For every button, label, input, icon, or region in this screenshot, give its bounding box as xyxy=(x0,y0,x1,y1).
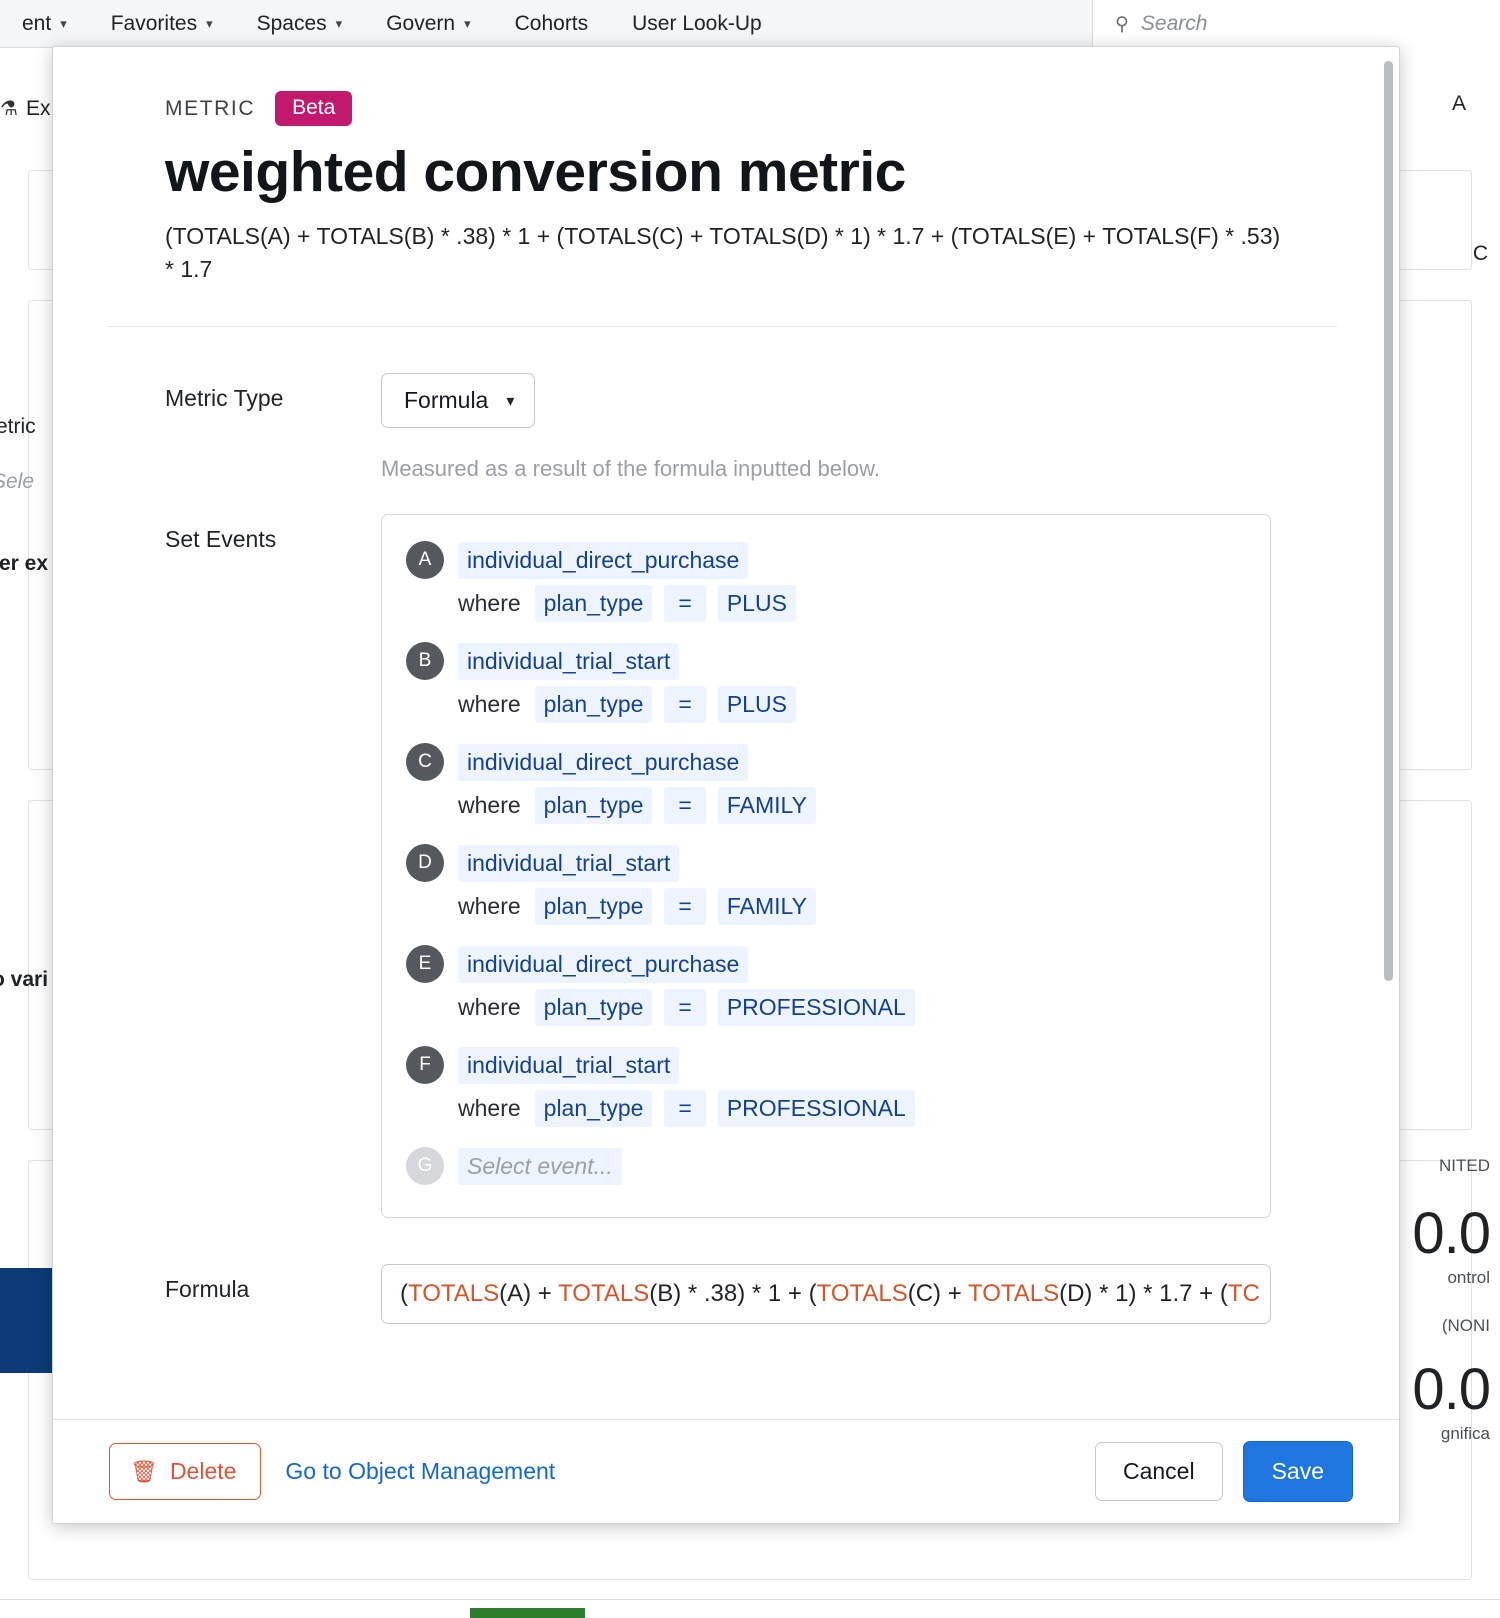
filter-value-chip[interactable]: PLUS xyxy=(717,686,796,724)
where-keyword: where xyxy=(458,893,521,920)
event-filter-row: where plan_type = FAMILY xyxy=(458,888,1246,926)
event-filter-row: where plan_type = PROFESSIONAL xyxy=(458,989,1246,1027)
event-letter-badge: C xyxy=(406,743,444,782)
event-name-chip[interactable]: individual_trial_start xyxy=(458,642,680,680)
filter-operator-chip[interactable]: = xyxy=(664,1090,706,1128)
metric-type-label: Metric Type xyxy=(165,385,284,412)
delete-button-label: Delete xyxy=(169,1458,237,1484)
modal-header: METRIC Beta xyxy=(165,91,1321,126)
metric-type-helper: Measured as a result of the formula inpu… xyxy=(381,456,880,482)
filter-property-chip[interactable]: plan_type xyxy=(534,888,653,926)
empty-event-row[interactable]: G Select event... xyxy=(406,1147,1246,1186)
filter-operator-chip[interactable]: = xyxy=(664,989,706,1027)
event-header: Dindividual_trial_start xyxy=(406,844,1246,883)
event-header: Eindividual_direct_purchase xyxy=(406,945,1246,984)
formula-text: (D) * 1) * 1.7 + ( xyxy=(1059,1280,1228,1308)
set-events-row: Set Events Aindividual_direct_purchasewh… xyxy=(165,514,1321,1219)
metric-type-value: Formula xyxy=(404,387,489,414)
event-header: Aindividual_direct_purchase xyxy=(406,541,1246,580)
select-event-input[interactable]: Select event... xyxy=(458,1147,622,1185)
beta-badge: Beta xyxy=(275,91,353,126)
where-keyword: where xyxy=(458,590,521,617)
where-keyword: where xyxy=(458,1095,521,1122)
trash-icon: 🗑 xyxy=(130,1458,158,1484)
event-filter-row: where plan_type = PROFESSIONAL xyxy=(458,1090,1246,1128)
event-item: Cindividual_direct_purchasewhere plan_typ… xyxy=(406,743,1246,825)
formula-summary-text: (TOTALS(A) + TOTALS(B) * .38) * 1 + (TOT… xyxy=(165,222,1281,282)
where-keyword: where xyxy=(458,994,521,1021)
chevron-down-icon: ▾ xyxy=(506,392,515,410)
filter-property-chip[interactable]: plan_type xyxy=(534,989,653,1027)
event-letter-badge: E xyxy=(406,945,444,984)
where-keyword: where xyxy=(458,691,521,718)
event-header: Findividual_trial_start xyxy=(406,1046,1246,1085)
page-title: weighted conversion metric xyxy=(165,140,906,204)
formula-text: (A) + xyxy=(499,1280,559,1308)
formula-keyword: TOTALS xyxy=(816,1280,908,1308)
metric-form: Metric Type Formula ▾ Measured as a resu… xyxy=(165,327,1321,1358)
filter-operator-chip[interactable]: = xyxy=(664,787,706,825)
go-to-object-management-link[interactable]: Go to Object Management xyxy=(285,1458,555,1485)
event-item: Bindividual_trial_startwhere plan_type = PL… xyxy=(406,642,1246,724)
event-name-chip[interactable]: individual_direct_purchase xyxy=(458,945,749,983)
formula-keyword: TOTALS xyxy=(967,1280,1060,1308)
where-keyword: where xyxy=(458,792,521,819)
event-letter-badge: F xyxy=(406,1046,444,1085)
filter-property-chip[interactable]: plan_type xyxy=(534,1090,653,1128)
formula-keyword: TC xyxy=(1227,1280,1260,1308)
filter-property-chip[interactable]: plan_type xyxy=(534,787,653,825)
formula-keyword: TOTALS xyxy=(558,1280,650,1308)
event-item: Findividual_trial_startwhere plan_type = PR… xyxy=(406,1046,1246,1128)
modal-scroll-area: METRIC Beta weighted conversion metric (… xyxy=(53,47,1399,1419)
event-item: Eindividual_direct_purchasewhere plan_typ… xyxy=(406,945,1246,1027)
formula-text: (C) + xyxy=(907,1280,968,1308)
metric-editor-modal: METRIC Beta weighted conversion metric (… xyxy=(52,46,1400,1524)
metric-type-row: Metric Type Formula ▾ Measured as a resu… xyxy=(165,373,1321,514)
cancel-button[interactable]: Cancel xyxy=(1094,1442,1223,1501)
filter-value-chip[interactable]: FAMILY xyxy=(717,888,816,926)
formula-label: Formula xyxy=(165,1276,250,1303)
event-header: Bindividual_trial_start xyxy=(406,642,1246,681)
delete-button[interactable]: 🗑 Delete xyxy=(109,1443,262,1500)
filter-value-chip[interactable]: PROFESSIONAL xyxy=(717,989,915,1027)
modal-footer: 🗑 Delete Go to Object Management Cancel … xyxy=(53,1419,1399,1523)
modal-scrollbar[interactable] xyxy=(1384,61,1393,1391)
event-letter-badge: A xyxy=(406,541,444,580)
filter-property-chip[interactable]: plan_type xyxy=(534,686,653,724)
event-header: Cindividual_direct_purchase xyxy=(406,743,1246,782)
event-name-chip[interactable]: individual_direct_purchase xyxy=(458,743,749,781)
formula-text: ( xyxy=(400,1280,408,1308)
event-name-chip[interactable]: individual_direct_purchase xyxy=(458,541,749,579)
event-letter-badge: B xyxy=(406,642,444,681)
event-name-chip[interactable]: individual_trial_start xyxy=(458,1046,680,1084)
metric-type-select[interactable]: Formula ▾ xyxy=(381,373,536,429)
event-filter-row: where plan_type = FAMILY xyxy=(458,787,1246,825)
formula-text: (B) * .38) * 1 + ( xyxy=(649,1280,817,1308)
event-filter-row: where plan_type = PLUS xyxy=(458,585,1246,623)
modal-scrollbar-thumb[interactable] xyxy=(1384,61,1393,981)
event-item: Dindividual_trial_startwhere plan_type = FA… xyxy=(406,844,1246,926)
filter-operator-chip[interactable]: = xyxy=(664,888,706,926)
event-item: Aindividual_direct_purchasewhere plan_typ… xyxy=(406,541,1246,623)
filter-property-chip[interactable]: plan_type xyxy=(534,585,653,623)
set-events-label: Set Events xyxy=(165,526,277,553)
filter-operator-chip[interactable]: = xyxy=(664,585,706,623)
formula-keyword: TOTALS xyxy=(408,1280,500,1308)
formula-row: Formula (TOTALS(A) + TOTALS(B) * .38) * … xyxy=(165,1264,1321,1358)
save-button[interactable]: Save xyxy=(1242,1441,1353,1502)
event-name-chip[interactable]: individual_trial_start xyxy=(458,844,680,882)
event-filter-row: where plan_type = PLUS xyxy=(458,686,1246,724)
object-type-label: METRIC xyxy=(165,96,256,120)
filter-value-chip[interactable]: PLUS xyxy=(717,585,796,623)
filter-value-chip[interactable]: PROFESSIONAL xyxy=(717,1090,915,1128)
events-list: Aindividual_direct_purchase where plan_typ… xyxy=(381,514,1271,1219)
formula-input[interactable]: (TOTALS(A) + TOTALS(B) * .38) * 1 + (TOT… xyxy=(381,1264,1271,1325)
filter-value-chip[interactable]: FAMILY xyxy=(717,787,816,825)
event-letter-badge: D xyxy=(406,844,444,883)
event-letter-badge: G xyxy=(406,1147,444,1186)
filter-operator-chip[interactable]: = xyxy=(664,686,706,724)
